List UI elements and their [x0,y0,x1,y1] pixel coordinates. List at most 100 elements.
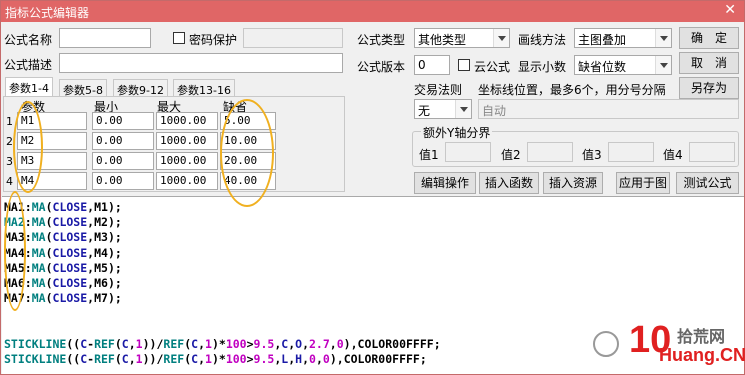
extra-value-4-input[interactable] [689,142,735,162]
extra-value-3-label: 值3 [582,148,602,162]
param-max-field[interactable]: 1000.00 [156,112,218,130]
code-token: , [198,336,205,351]
extra-value-1-input[interactable] [445,142,491,162]
extra-value-4-label: 值4 [663,148,683,162]
param-min-field[interactable]: 0.00 [92,132,154,150]
code-token: , [302,352,309,366]
param-row-number: 1 [6,115,13,128]
edit-ops-button[interactable]: 编辑操作 [414,172,476,194]
trade-rule-value: 无 [418,104,431,118]
highlight-ellipse [220,99,274,207]
code-token: M3 [94,230,108,245]
code-token: ) [107,200,115,214]
formula-version-value: 0 [418,58,426,72]
password-checkbox[interactable] [173,32,185,44]
highlight-ellipse [13,101,43,193]
code-token: , [329,336,337,351]
code-token: M7 [94,291,108,306]
param-min-field[interactable]: 0.00 [92,152,154,170]
code-token: ; [419,352,427,366]
code-token: : [24,276,32,290]
tab-params-13-16[interactable]: 参数13-16 [173,79,235,97]
param-min-field[interactable]: 0.00 [92,112,154,130]
tab-params-5-8[interactable]: 参数5-8 [59,79,107,97]
formula-desc-input[interactable] [59,53,343,73]
code-token: , [350,336,358,351]
chevron-down-icon[interactable] [655,56,671,74]
title-bar[interactable]: 指标公式编辑器 ✕ [1,1,744,22]
code-token: C [121,352,129,366]
code-token: ) [107,215,115,230]
formula-name-input[interactable] [59,28,151,48]
insert-function-button[interactable]: 插入函数 [479,172,539,194]
chevron-down-icon[interactable] [655,29,671,47]
coord-line-input[interactable]: 自动 [478,99,739,119]
trade-rule-select[interactable]: 无 [414,99,472,119]
code-line[interactable]: STICKLINE((C-REF(C,1))/REF(C,1)*100>9.5,… [4,352,427,367]
apply-to-chart-button[interactable]: 应用于图 [616,172,670,194]
code-token: : [24,215,32,230]
insert-resource-button[interactable]: 插入资源 [543,172,603,194]
test-formula-button[interactable]: 测试公式 [676,172,739,194]
extra-axis-label: 额外Y轴分界 [421,124,493,141]
coord-line-value: 自动 [482,104,507,118]
code-token: ) [107,276,115,290]
decimals-select[interactable]: 缺省位数 [574,55,672,75]
chevron-down-icon[interactable] [493,29,509,47]
code-token: ; [114,245,122,260]
formula-version-input[interactable]: 0 [414,55,450,75]
highlight-ellipse [4,191,26,311]
code-token: MA [31,200,46,214]
code-token: 100 [225,352,247,366]
chevron-down-icon[interactable] [455,100,471,118]
code-token: ; [114,260,122,275]
code-token: 0 [336,336,344,351]
close-icon[interactable]: ✕ [724,2,736,18]
password-input[interactable] [243,28,343,48]
extra-value-3-input[interactable] [608,142,654,162]
extra-value-2-label: 值2 [501,148,521,162]
code-token: CLOSE [52,245,88,260]
param-min-field[interactable]: 0.00 [92,172,154,190]
code-token: M2 [94,215,108,230]
code-token: ) [211,336,219,351]
code-token: ; [114,276,122,290]
extra-value-2-input[interactable] [527,142,573,162]
param-max-field[interactable]: 1000.00 [156,152,218,170]
watermark-cn: 拾荒网 [677,327,726,346]
ok-button[interactable]: 确 定 [679,27,739,49]
code-token: ) [142,352,150,366]
param-max-field[interactable]: 1000.00 [156,172,218,190]
code-token: ) [211,352,219,366]
code-token: REF [94,336,115,351]
code-token: , [198,352,205,366]
code-token: 100 [225,336,247,351]
code-token: ) [107,230,115,245]
code-token: > [246,352,254,366]
code-token: MA [31,260,46,275]
draw-method-select[interactable]: 主图叠加 [574,28,672,48]
code-token: COLOR00FFFF [357,336,434,351]
tab-params-9-12[interactable]: 参数9-12 [113,79,168,97]
code-token: ) [329,352,337,366]
tab-params-1-4[interactable]: 参数1-4 [5,77,53,98]
code-token: 2.7 [309,336,330,351]
code-token: ( [45,230,53,245]
param-row-number: 3 [6,155,13,168]
formula-type-select[interactable]: 其他类型 [414,28,510,48]
code-token: REF [163,336,185,351]
formula-type-label: 公式类型 [357,33,406,47]
cancel-button[interactable]: 取 消 [679,52,739,74]
code-token: : [24,200,32,214]
code-token: , [128,352,136,366]
formula-desc-label: 公式描述 [4,58,53,72]
code-token: 1 [205,336,212,351]
cloud-formula-checkbox[interactable] [458,59,470,71]
param-max-field[interactable]: 1000.00 [156,132,218,150]
code-line[interactable]: STICKLINE((C-REF(C,1))/REF(C,1)*100>9.5,… [4,337,441,352]
extra-value-1-label: 值1 [419,148,439,162]
code-token: ) [107,245,115,260]
code-token: M6 [94,276,108,290]
save-as-button[interactable]: 另存为 [679,77,739,99]
draw-method-value: 主图叠加 [578,33,627,47]
